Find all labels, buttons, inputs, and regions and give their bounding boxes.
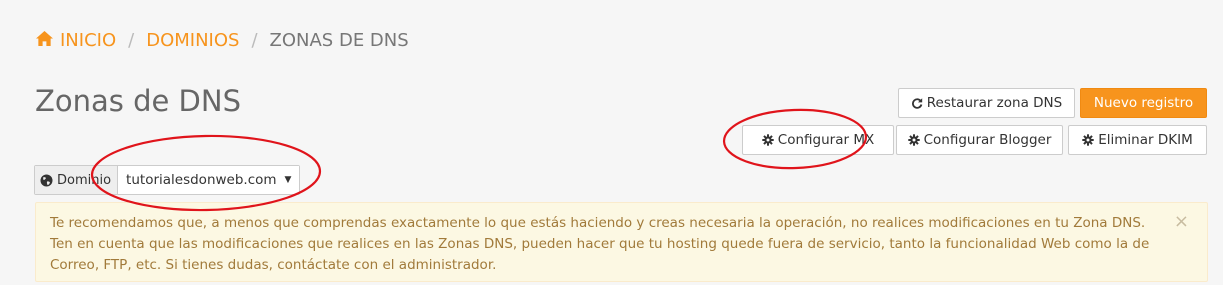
warning-alert: Te recomendamos que, a menos que compren…: [35, 202, 1208, 282]
domain-select[interactable]: tutorialesdonweb.com ▼: [118, 166, 300, 194]
domain-label: Dominio: [57, 172, 112, 188]
breadcrumb-home-link[interactable]: INICIO: [35, 30, 116, 51]
refresh-icon: [911, 98, 923, 109]
configure-mx-label: Configurar MX: [777, 132, 875, 148]
configure-mx-button[interactable]: Configurar MX: [742, 125, 894, 155]
breadcrumb-separator: /: [128, 30, 135, 51]
warning-alert-text: Te recomendamos que, a menos que compren…: [50, 215, 1150, 273]
page-title: Zonas de DNS: [35, 84, 241, 118]
configure-blogger-button[interactable]: Configurar Blogger: [896, 125, 1063, 155]
breadcrumb-separator: /: [251, 30, 258, 51]
domain-selector: Dominio tutorialesdonweb.com ▼: [34, 165, 301, 195]
delete-dkim-button[interactable]: Eliminar DKIM: [1068, 125, 1207, 155]
restore-zone-button[interactable]: Restaurar zona DNS: [898, 88, 1075, 118]
breadcrumb-current: ZONAS DE DNS: [269, 30, 409, 51]
new-record-label: Nuevo registro: [1093, 95, 1194, 111]
breadcrumb: INICIO / DOMINIOS / ZONAS DE DNS: [35, 30, 409, 51]
gear-icon: [907, 134, 920, 146]
domain-selected-value: tutorialesdonweb.com: [126, 172, 277, 188]
restore-zone-label: Restaurar zona DNS: [926, 95, 1063, 111]
configure-blogger-label: Configurar Blogger: [923, 132, 1052, 148]
new-record-button[interactable]: Nuevo registro: [1080, 88, 1207, 118]
gear-icon: [762, 134, 774, 146]
domain-label-addon: Dominio: [35, 166, 119, 194]
chevron-down-icon: ▼: [284, 175, 292, 185]
gear-icon: [1082, 134, 1094, 146]
close-icon[interactable]: ×: [1174, 211, 1189, 232]
breadcrumb-domains-link[interactable]: DOMINIOS: [146, 30, 239, 51]
breadcrumb-home-label: INICIO: [60, 30, 117, 51]
globe-icon: [40, 174, 53, 186]
delete-dkim-label: Eliminar DKIM: [1098, 132, 1193, 148]
home-icon: [36, 30, 53, 47]
